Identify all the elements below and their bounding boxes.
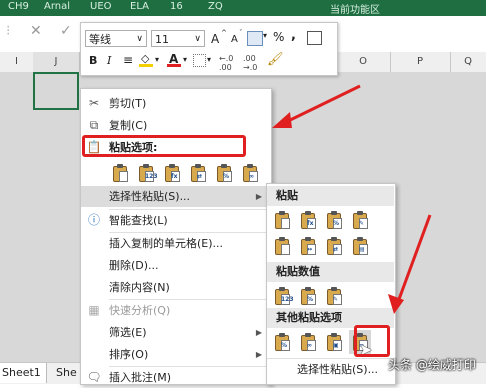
annotation-arrows	[272, 84, 432, 314]
arrow-line-paste-options	[281, 84, 361, 126]
arrow-head-linked-picture	[388, 294, 404, 314]
arrow-line-linked-picture	[396, 214, 432, 303]
watermark: 头条 @绘威打印	[388, 358, 476, 372]
arrow-head-paste-options	[272, 112, 292, 128]
